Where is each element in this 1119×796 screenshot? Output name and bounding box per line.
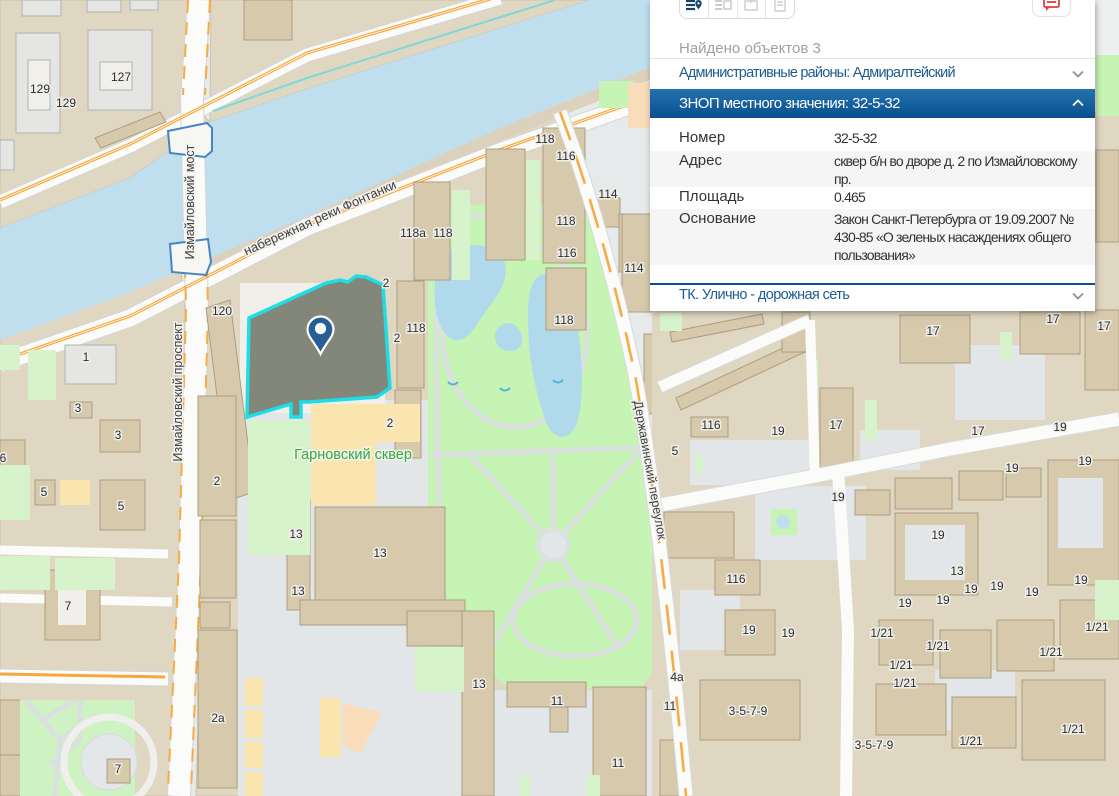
svg-text:13: 13	[291, 584, 305, 598]
svg-text:116: 116	[701, 418, 720, 432]
svg-text:19: 19	[1025, 585, 1039, 599]
svg-text:13: 13	[289, 527, 303, 541]
svg-text:2: 2	[214, 474, 221, 488]
svg-text:114: 114	[624, 261, 643, 275]
svg-text:Измайловский мост: Измайловский мост	[183, 144, 197, 259]
svg-text:Гарновский сквер: Гарновский сквер	[294, 447, 412, 463]
svg-text:2: 2	[387, 416, 394, 430]
svg-text:118: 118	[556, 214, 575, 228]
svg-text:13: 13	[950, 564, 964, 578]
svg-text:19: 19	[742, 623, 756, 637]
svg-text:13: 13	[472, 677, 486, 691]
svg-text:19: 19	[1005, 461, 1019, 475]
svg-text:1/21: 1/21	[959, 734, 983, 748]
svg-text:1/21: 1/21	[1085, 620, 1109, 634]
svg-text:120: 120	[212, 304, 232, 318]
svg-text:1/21: 1/21	[870, 626, 894, 640]
svg-text:1: 1	[83, 350, 90, 364]
svg-text:5: 5	[41, 485, 48, 499]
svg-text:19: 19	[964, 582, 978, 596]
svg-text:19: 19	[931, 528, 945, 542]
svg-text:11: 11	[612, 756, 625, 770]
svg-text:19: 19	[898, 596, 912, 610]
svg-text:19: 19	[990, 579, 1004, 593]
svg-text:129: 129	[56, 96, 76, 110]
svg-text:5: 5	[118, 499, 125, 513]
svg-text:3-5-7-9: 3-5-7-9	[729, 704, 768, 718]
svg-text:118: 118	[433, 226, 452, 240]
svg-text:19: 19	[1053, 420, 1067, 434]
svg-text:19: 19	[781, 626, 795, 640]
svg-text:1/21: 1/21	[1039, 645, 1063, 659]
svg-text:118: 118	[406, 321, 425, 335]
svg-text:7: 7	[115, 762, 122, 776]
svg-text:118a: 118a	[400, 226, 426, 240]
svg-text:17: 17	[1046, 312, 1060, 326]
svg-text:7: 7	[65, 599, 72, 613]
svg-text:19: 19	[1074, 573, 1088, 587]
svg-text:17: 17	[926, 324, 940, 338]
svg-text:3-5-7-9: 3-5-7-9	[855, 738, 894, 752]
svg-text:11: 11	[664, 699, 677, 713]
svg-text:1/21: 1/21	[926, 639, 950, 653]
svg-text:116: 116	[557, 246, 576, 260]
svg-text:3: 3	[75, 401, 82, 415]
svg-text:1/21: 1/21	[1061, 722, 1085, 736]
svg-text:116: 116	[726, 572, 745, 586]
svg-text:6: 6	[0, 451, 7, 465]
svg-text:19: 19	[1078, 454, 1092, 468]
svg-text:127: 127	[111, 70, 131, 84]
svg-text:19: 19	[831, 490, 845, 504]
svg-text:5: 5	[672, 444, 679, 458]
svg-text:17: 17	[971, 424, 985, 438]
svg-text:1/21: 1/21	[889, 658, 913, 672]
svg-text:4a: 4a	[670, 670, 684, 684]
svg-text:17: 17	[1097, 319, 1111, 333]
svg-text:19: 19	[936, 593, 950, 607]
svg-text:17: 17	[829, 418, 843, 432]
svg-text:19: 19	[771, 424, 785, 438]
svg-text:116: 116	[556, 149, 575, 163]
svg-text:13: 13	[373, 546, 387, 560]
svg-text:2: 2	[394, 331, 401, 345]
svg-text:2a: 2a	[211, 711, 225, 725]
svg-text:3: 3	[115, 428, 122, 442]
svg-text:118: 118	[535, 132, 554, 146]
svg-text:1/21: 1/21	[893, 676, 917, 690]
svg-text:11: 11	[551, 694, 564, 708]
svg-text:Измайловский проспект: Измайловский проспект	[171, 322, 185, 462]
svg-text:129: 129	[30, 82, 50, 96]
svg-text:114: 114	[598, 187, 617, 201]
svg-text:2: 2	[383, 276, 390, 290]
svg-text:118: 118	[554, 313, 573, 327]
